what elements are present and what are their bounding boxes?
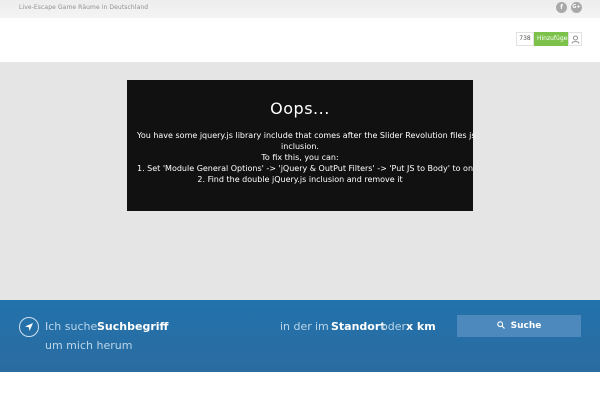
near-me-toggle[interactable]: um mich herum (45, 339, 132, 352)
location-arrow-icon (25, 323, 33, 331)
error-line: 2. Find the double jQuery.js inclusion a… (197, 175, 403, 184)
error-message: You have some jquery.js library include … (137, 130, 476, 185)
search-term-field[interactable]: Suchbegriff (97, 320, 168, 333)
error-line: inclusion. (281, 142, 319, 151)
error-title: Oops... (270, 99, 330, 118)
google-plus-icon[interactable]: G+ (571, 2, 582, 13)
site-tagline: Live-Escape Game Räume in Deutschland (19, 4, 149, 11)
in-der-label: in der (280, 320, 312, 333)
user-account-button[interactable] (568, 32, 582, 46)
error-line: 1. Set 'Module General Options' -> 'jQue… (137, 164, 474, 173)
listing-count: 738 (516, 32, 534, 46)
radius-field[interactable]: x km (406, 320, 436, 333)
im-label: im (315, 320, 329, 333)
facebook-icon[interactable]: f (556, 2, 567, 13)
search-icon (496, 320, 505, 329)
slider-error-box: Oops... You have some jquery.js library … (127, 80, 476, 211)
locate-me-button[interactable] (19, 317, 39, 337)
error-line: You have some jquery.js library include … (137, 131, 476, 140)
search-prefix: Ich suche (45, 320, 98, 333)
error-line: To fix this, you can: (261, 153, 339, 162)
site-header: 738 Hinzufügen (0, 18, 600, 62)
hero-slider: Oops... You have some jquery.js library … (0, 62, 600, 300)
top-bar: Live-Escape Game Räume in Deutschland f … (0, 0, 600, 18)
oder-label: oder (381, 320, 407, 333)
page-bottom (0, 372, 600, 400)
location-field[interactable]: Standort (331, 320, 386, 333)
search-bar: Ich suche Suchbegriff um mich herum in d… (0, 300, 600, 372)
add-listing-button[interactable]: Hinzufügen (534, 32, 568, 46)
user-icon (571, 35, 580, 44)
search-button[interactable]: Suche (457, 315, 581, 337)
search-button-label: Suche (510, 321, 542, 331)
